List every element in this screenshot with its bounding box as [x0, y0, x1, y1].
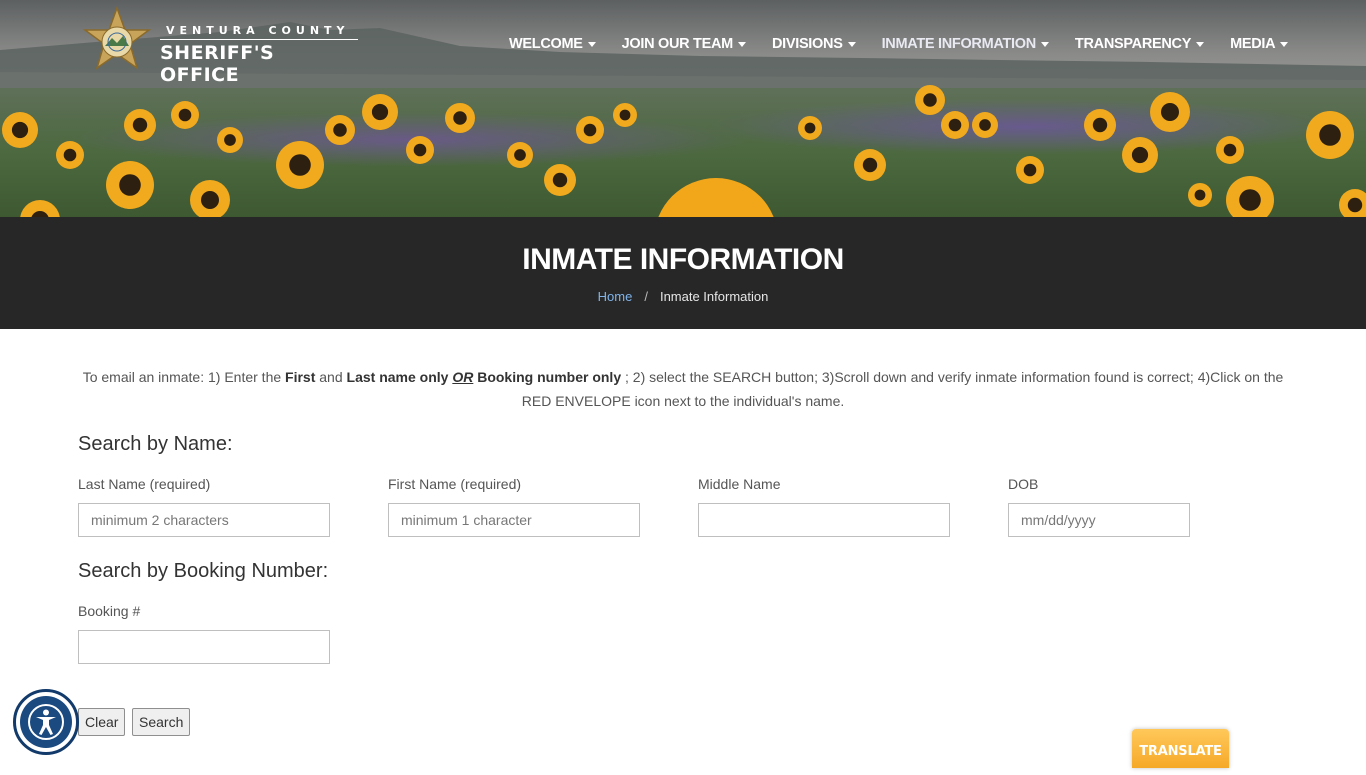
instructions-first: First	[285, 369, 316, 385]
sheriff-star-logo[interactable]	[82, 6, 152, 80]
nav-label: TRANSPARENCY	[1074, 36, 1192, 52]
caret-down-icon	[847, 42, 856, 47]
nav-label: WELCOME	[509, 36, 583, 52]
caret-down-icon	[587, 42, 596, 47]
search-by-name-heading: Search by Name:	[78, 433, 233, 455]
breadcrumb-home-link[interactable]: Home	[598, 289, 633, 304]
middle-name-label: Middle Name	[698, 476, 781, 492]
dob-input[interactable]	[1008, 503, 1190, 537]
brand-main-text: SHERIFF'S OFFICE	[160, 42, 275, 86]
middle-name-input[interactable]	[698, 503, 950, 537]
breadcrumb: Home / Inmate Information	[0, 289, 1366, 304]
instructions-last-only: Last name only	[346, 369, 449, 385]
nav-item-media[interactable]: MEDIA	[1230, 34, 1289, 54]
breadcrumb-separator: /	[644, 289, 648, 304]
nav-label: MEDIA	[1230, 36, 1276, 52]
clear-button[interactable]: Clear	[78, 708, 126, 736]
nav-item-transparency[interactable]: TRANSPARENCY	[1074, 34, 1205, 54]
instructions-booking-only: Booking number only	[477, 369, 622, 385]
last-name-label: Last Name (required)	[78, 476, 211, 492]
booking-number-input[interactable]	[78, 630, 330, 664]
accessibility-widget-button[interactable]	[13, 689, 79, 755]
search-by-booking-heading: Search by Booking Number:	[78, 560, 329, 582]
page-title: INMATE INFORMATION	[522, 243, 844, 276]
brand-wordmark[interactable]: VENTURA COUNTY SHERIFF'S OFFICE	[160, 24, 360, 86]
translate-button[interactable]: TRANSLATE	[1132, 729, 1229, 768]
instructions-and: and	[315, 369, 347, 385]
page-title-band: INMATE INFORMATION Home / Inmate Informati…	[0, 217, 1366, 329]
first-name-label: First Name (required)	[388, 476, 522, 492]
brand-divider	[160, 39, 358, 40]
main-nav: WELCOME JOIN OUR TEAM DIVISIONS INMATE I…	[509, 34, 1314, 54]
first-name-input[interactable]	[388, 503, 640, 537]
nav-label: JOIN OUR TEAM	[621, 36, 734, 52]
nav-label: INMATE INFORMATION	[881, 36, 1037, 52]
accessibility-icon-bg	[20, 696, 72, 748]
email-instructions: To email an inmate: 1) Enter the First a…	[78, 365, 1288, 413]
nav-item-divisions[interactable]: DIVISIONS	[772, 34, 856, 54]
caret-down-icon	[1196, 42, 1205, 47]
breadcrumb-current: Inmate Information	[659, 289, 769, 304]
brand-top-text: VENTURA COUNTY	[166, 24, 350, 37]
caret-down-icon	[1280, 42, 1289, 47]
instructions-or: OR	[452, 369, 474, 385]
search-button[interactable]: Search	[132, 708, 191, 736]
caret-down-icon	[1040, 42, 1049, 47]
accessibility-person-icon	[28, 704, 64, 740]
nav-item-welcome[interactable]: WELCOME	[509, 34, 596, 54]
hero-banner: VENTURA COUNTY SHERIFF'S OFFICE WELCOME …	[0, 0, 1366, 217]
nav-item-inmate-information[interactable]: INMATE INFORMATION	[882, 34, 1049, 54]
caret-down-icon	[737, 42, 746, 47]
instructions-text-2: ; 2) select the SEARCH button; 3)Scroll …	[521, 369, 1284, 409]
booking-number-label: Booking #	[78, 603, 141, 619]
nav-item-join-our-team[interactable]: JOIN OUR TEAM	[622, 34, 746, 54]
last-name-input[interactable]	[78, 503, 330, 537]
dob-label: DOB	[1008, 476, 1039, 492]
nav-label: DIVISIONS	[771, 36, 843, 52]
instructions-text-1: To email an inmate: 1) Enter the	[82, 369, 286, 385]
